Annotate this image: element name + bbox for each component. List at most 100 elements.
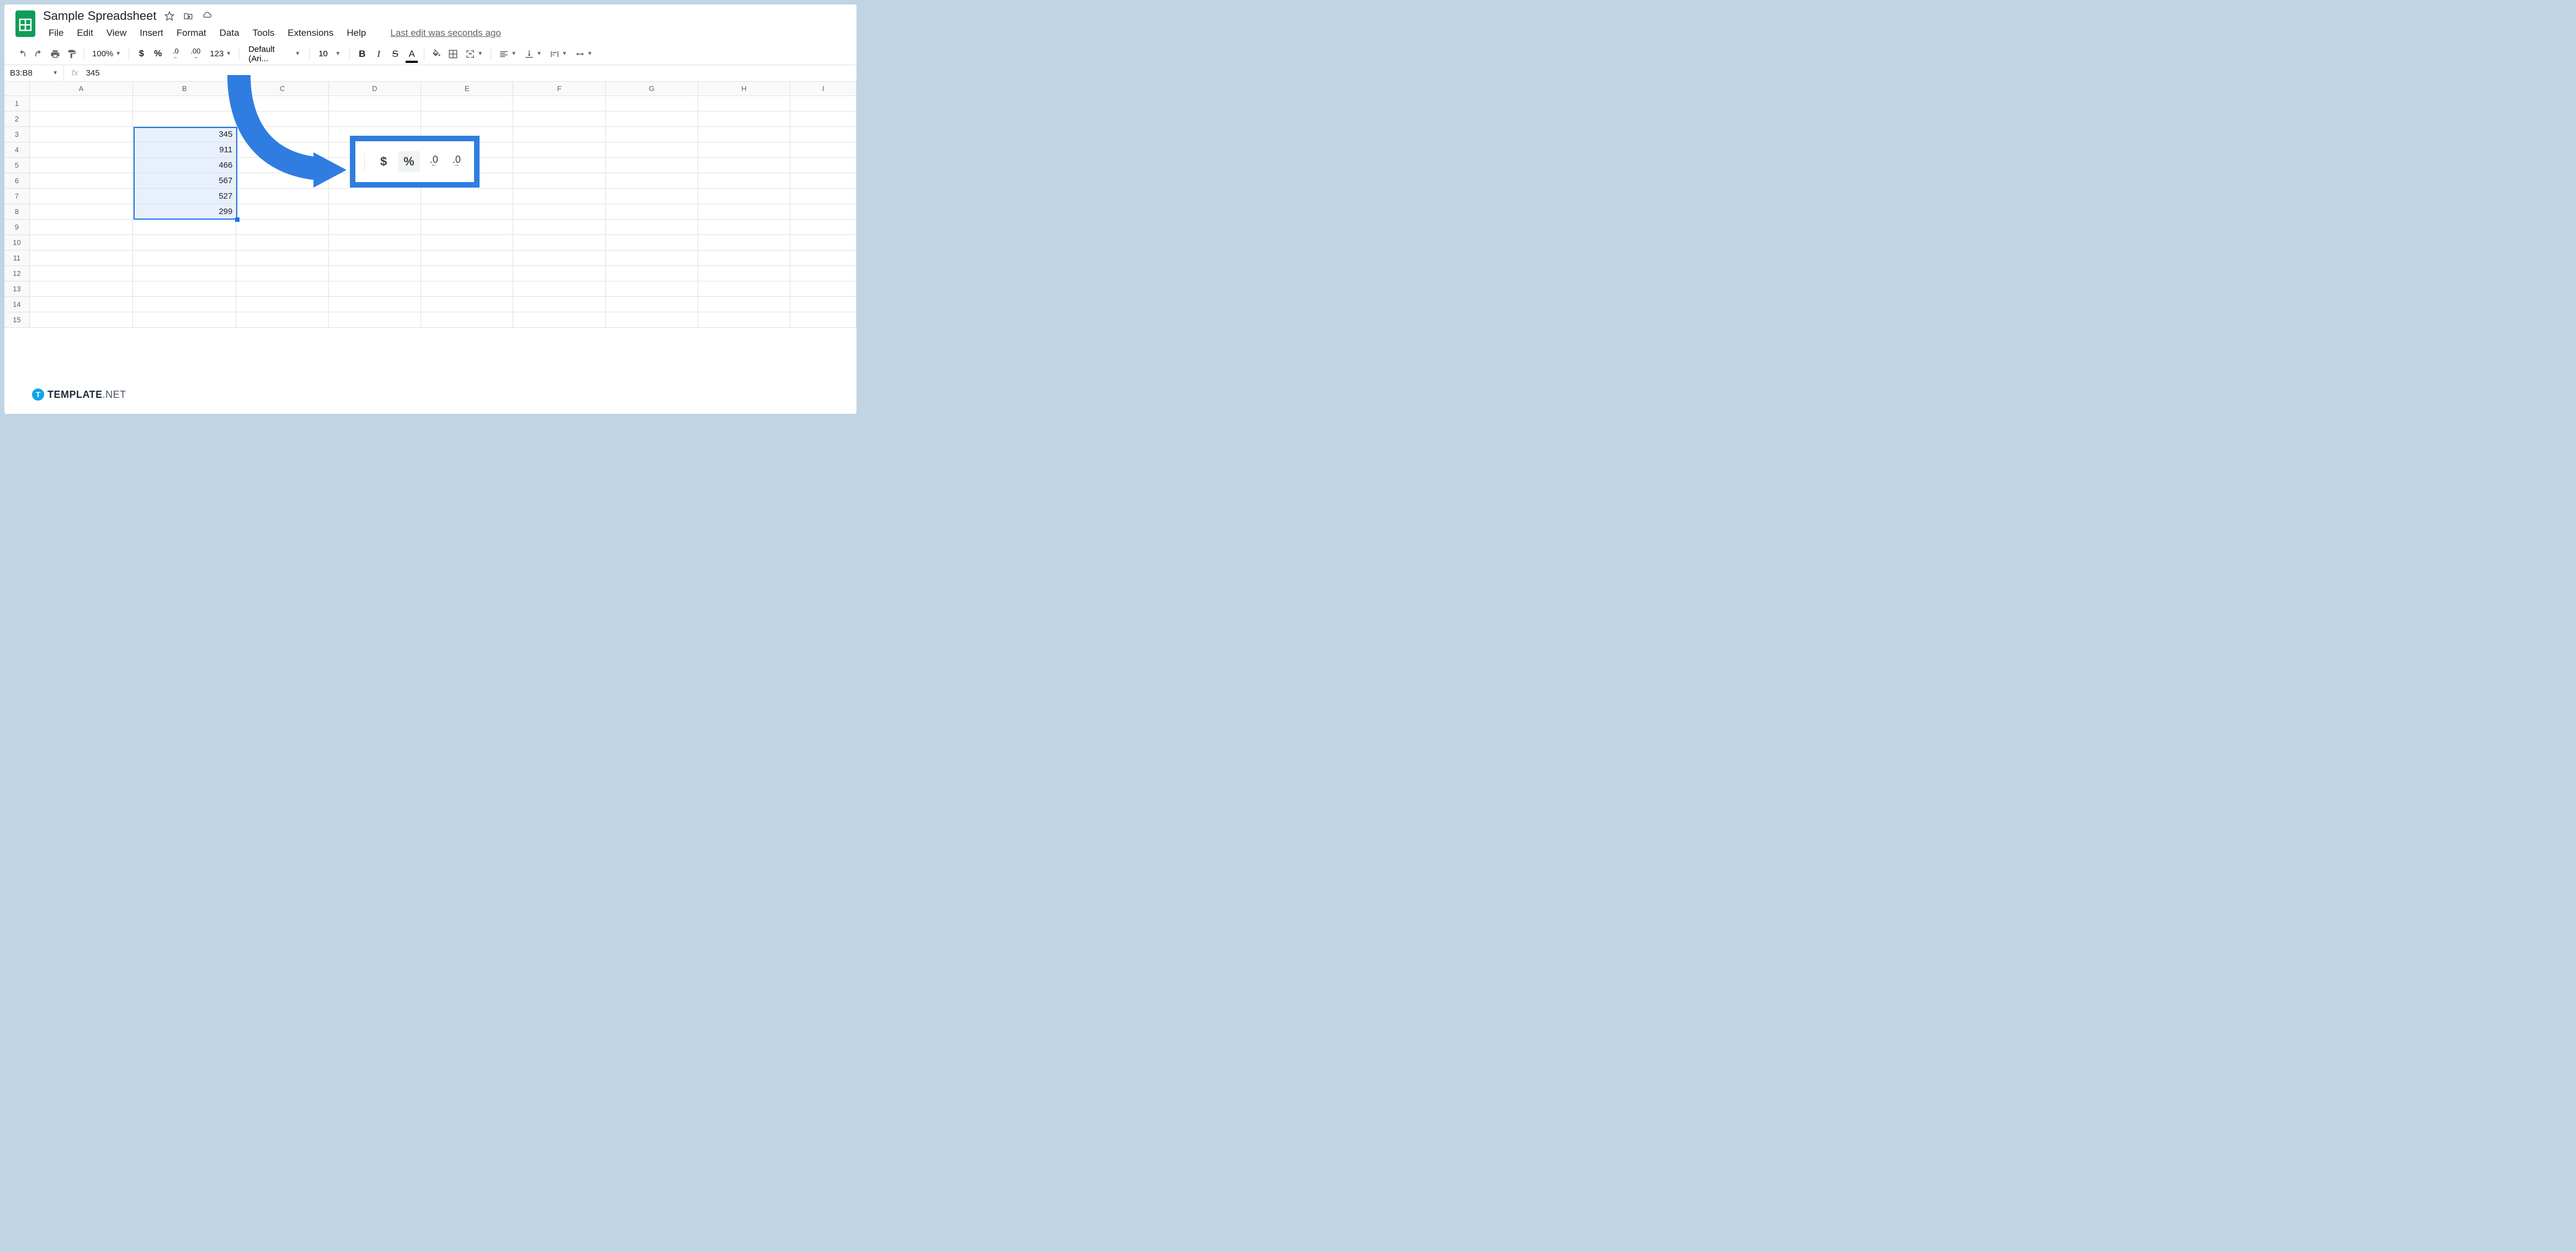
- menu-insert[interactable]: Insert: [134, 25, 169, 41]
- cell-F4[interactable]: [513, 142, 605, 157]
- cell-A7[interactable]: [30, 189, 133, 204]
- menu-data[interactable]: Data: [214, 25, 245, 41]
- cell-I11[interactable]: [790, 251, 856, 265]
- cell-F15[interactable]: [513, 312, 605, 327]
- cell-D12[interactable]: [329, 266, 421, 281]
- cell-E10[interactable]: [421, 235, 513, 250]
- cell-I3[interactable]: [790, 127, 856, 142]
- cell-B4[interactable]: 911: [133, 142, 236, 157]
- cell-F8[interactable]: [513, 204, 605, 219]
- cell-B6[interactable]: 567: [133, 173, 236, 188]
- cell-G13[interactable]: [606, 281, 698, 296]
- cell-G7[interactable]: [606, 189, 698, 204]
- document-title[interactable]: Sample Spreadsheet: [43, 9, 156, 23]
- cell-F6[interactable]: [513, 173, 605, 188]
- cell-E7[interactable]: [421, 189, 513, 204]
- strikethrough-button[interactable]: S: [387, 46, 403, 62]
- cell-B5[interactable]: 466: [133, 158, 236, 173]
- cell-I4[interactable]: [790, 142, 856, 157]
- row-header-13[interactable]: 13: [4, 281, 30, 296]
- cell-H3[interactable]: [698, 127, 790, 142]
- menu-edit[interactable]: Edit: [71, 25, 98, 41]
- cell-D8[interactable]: [329, 204, 421, 219]
- cell-H15[interactable]: [698, 312, 790, 327]
- print-button[interactable]: [47, 46, 63, 62]
- cell-B1[interactable]: [133, 96, 236, 111]
- cell-I8[interactable]: [790, 204, 856, 219]
- menu-extensions[interactable]: Extensions: [282, 25, 339, 41]
- cell-E15[interactable]: [421, 312, 513, 327]
- cell-A10[interactable]: [30, 235, 133, 250]
- callout-percent-button[interactable]: %: [398, 151, 420, 172]
- cell-G8[interactable]: [606, 204, 698, 219]
- cell-H9[interactable]: [698, 220, 790, 235]
- selection-handle[interactable]: [235, 217, 239, 222]
- cell-E2[interactable]: [421, 111, 513, 126]
- cell-E9[interactable]: [421, 220, 513, 235]
- col-header-F[interactable]: F: [513, 82, 605, 95]
- paint-format-button[interactable]: [64, 46, 79, 62]
- cell-B8[interactable]: 299: [133, 204, 236, 219]
- callout-currency-button[interactable]: $: [375, 151, 392, 172]
- cell-E14[interactable]: [421, 297, 513, 312]
- cell-I9[interactable]: [790, 220, 856, 235]
- cell-G2[interactable]: [606, 111, 698, 126]
- menu-file[interactable]: File: [43, 25, 69, 41]
- cell-C15[interactable]: [236, 312, 328, 327]
- name-box[interactable]: B3:B8▼: [4, 65, 64, 81]
- sheets-logo-icon[interactable]: [14, 9, 36, 39]
- move-icon[interactable]: [183, 10, 194, 22]
- vertical-align-dropdown[interactable]: ▼: [521, 49, 545, 59]
- italic-button[interactable]: I: [371, 46, 386, 62]
- cell-C9[interactable]: [236, 220, 328, 235]
- cell-B2[interactable]: [133, 111, 236, 126]
- cell-B15[interactable]: [133, 312, 236, 327]
- cell-I12[interactable]: [790, 266, 856, 281]
- zoom-dropdown[interactable]: 100%▼: [89, 49, 124, 58]
- cell-G14[interactable]: [606, 297, 698, 312]
- cell-G15[interactable]: [606, 312, 698, 327]
- row-header-11[interactable]: 11: [4, 251, 30, 265]
- undo-button[interactable]: [14, 46, 30, 62]
- redo-button[interactable]: [31, 46, 46, 62]
- cell-B7[interactable]: 527: [133, 189, 236, 204]
- cell-D15[interactable]: [329, 312, 421, 327]
- menu-tools[interactable]: Tools: [247, 25, 280, 41]
- cell-A12[interactable]: [30, 266, 133, 281]
- cell-A2[interactable]: [30, 111, 133, 126]
- row-header-8[interactable]: 8: [4, 204, 30, 219]
- cell-F1[interactable]: [513, 96, 605, 111]
- cell-A4[interactable]: [30, 142, 133, 157]
- cell-B10[interactable]: [133, 235, 236, 250]
- cell-C12[interactable]: [236, 266, 328, 281]
- col-header-B[interactable]: B: [133, 82, 236, 95]
- row-header-6[interactable]: 6: [4, 173, 30, 188]
- row-header-14[interactable]: 14: [4, 297, 30, 312]
- cell-C14[interactable]: [236, 297, 328, 312]
- cell-F10[interactable]: [513, 235, 605, 250]
- col-header-A[interactable]: A: [30, 82, 133, 95]
- row-header-15[interactable]: 15: [4, 312, 30, 327]
- text-color-button[interactable]: A: [404, 46, 419, 62]
- cell-H14[interactable]: [698, 297, 790, 312]
- cell-D11[interactable]: [329, 251, 421, 265]
- menu-view[interactable]: View: [101, 25, 132, 41]
- cell-F5[interactable]: [513, 158, 605, 173]
- cell-A3[interactable]: [30, 127, 133, 142]
- cell-G3[interactable]: [606, 127, 698, 142]
- cell-C10[interactable]: [236, 235, 328, 250]
- horizontal-align-dropdown[interactable]: ▼: [496, 49, 520, 59]
- row-header-1[interactable]: 1: [4, 96, 30, 111]
- cell-A1[interactable]: [30, 96, 133, 111]
- menu-format[interactable]: Format: [171, 25, 212, 41]
- cell-H8[interactable]: [698, 204, 790, 219]
- cell-H2[interactable]: [698, 111, 790, 126]
- cell-H11[interactable]: [698, 251, 790, 265]
- row-header-4[interactable]: 4: [4, 142, 30, 157]
- cell-F9[interactable]: [513, 220, 605, 235]
- cell-E11[interactable]: [421, 251, 513, 265]
- merge-cells-dropdown[interactable]: ▼: [462, 49, 486, 59]
- number-format-dropdown[interactable]: 123▼: [206, 49, 235, 58]
- cell-I6[interactable]: [790, 173, 856, 188]
- cell-G6[interactable]: [606, 173, 698, 188]
